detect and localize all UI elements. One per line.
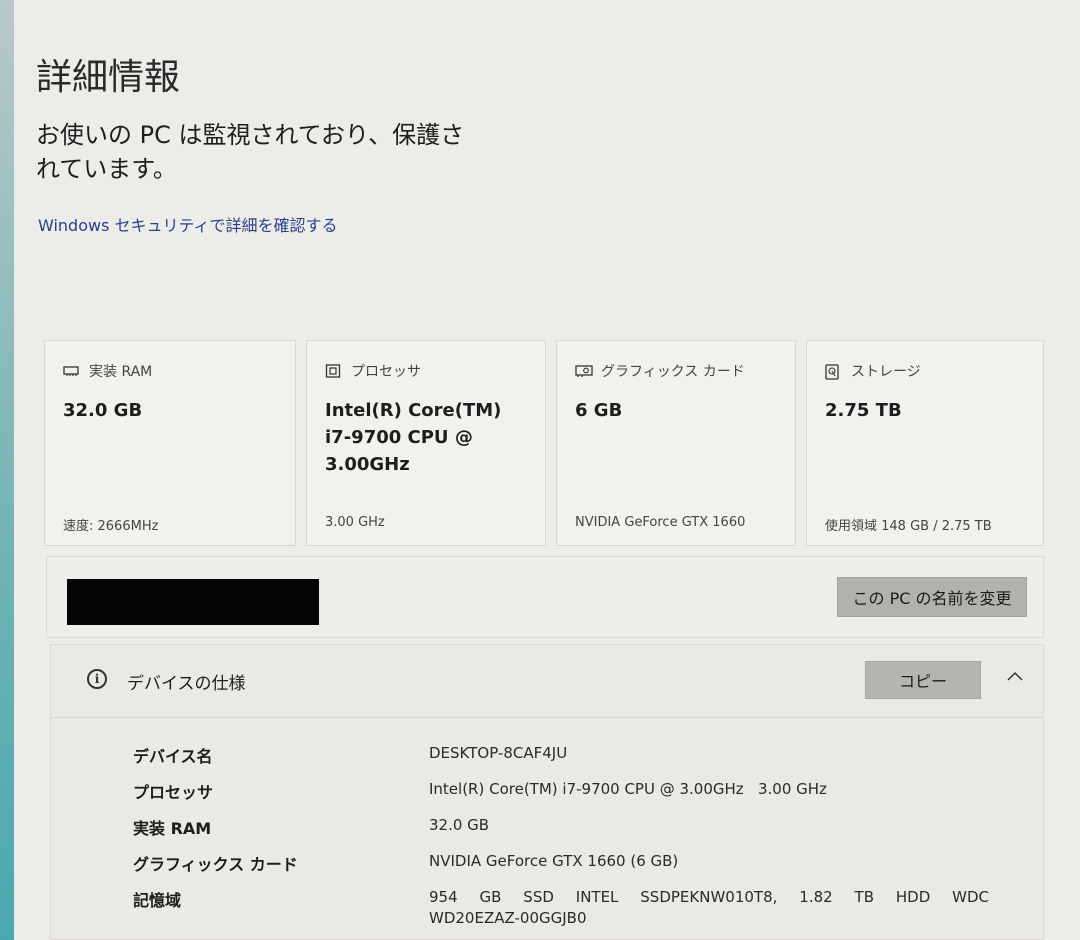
device-specifications-header[interactable]: i デバイスの仕様 コピー	[51, 645, 1043, 718]
info-icon: i	[87, 669, 107, 689]
spec-cards: 実装 RAM 32.0 GB 速度: 2666MHz プロセッサ Intel(R…	[44, 340, 1044, 548]
card-value: 6 GB	[575, 400, 623, 421]
card-sub: NVIDIA GeForce GTX 1660	[575, 515, 746, 530]
redacted-device-name	[67, 579, 319, 625]
spec-value: 32.0 GB	[429, 816, 490, 834]
spec-value: Intel(R) Core(TM) i7-9700 CPU @ 3.00GHz …	[429, 780, 827, 798]
spec-value: DESKTOP-8CAF4JU	[429, 744, 568, 762]
spec-label: デバイス名	[133, 747, 213, 766]
device-specifications-section: i デバイスの仕様 コピー デバイス名 DESKTOP-8CAF4JU プロセッ…	[50, 644, 1044, 940]
card-processor: プロセッサ Intel(R) Core(TM) i7-9700 CPU @ 3.…	[306, 340, 546, 546]
card-sub: 速度: 2666MHz	[63, 519, 159, 534]
page-title: 詳細情報	[36, 57, 181, 98]
graphics-card-icon	[575, 364, 593, 378]
spec-row-graphics: グラフィックス カード NVIDIA GeForce GTX 1660 (6 G…	[133, 851, 1013, 887]
card-sub: 使用領域 148 GB / 2.75 TB	[825, 519, 992, 534]
spec-row-ram: 実装 RAM 32.0 GB	[133, 815, 1013, 851]
card-label: 実装 RAM	[89, 364, 153, 380]
card-header: プロセッサ	[325, 361, 421, 381]
spec-list: デバイス名 DESKTOP-8CAF4JU プロセッサ Intel(R) Cor…	[133, 743, 1013, 929]
card-value: 32.0 GB	[63, 400, 143, 421]
card-sub: 3.00 GHz	[325, 515, 385, 530]
spec-label: グラフィックス カード	[133, 855, 298, 874]
card-header: 実装 RAM	[63, 361, 152, 381]
device-name-bar: この PC の名前を変更	[46, 556, 1044, 638]
card-label: グラフィックス カード	[601, 364, 745, 380]
chevron-up-icon[interactable]	[1003, 665, 1027, 689]
storage-icon	[825, 364, 841, 380]
about-settings-window: 詳細情報 お使いの PC は監視されており、保護されています。 Windows …	[14, 0, 1080, 940]
card-value: Intel(R) Core(TM) i7-9700 CPU @ 3.00GHz	[325, 400, 502, 475]
spec-label: 実装 RAM	[133, 819, 212, 838]
spec-row-storage: 記憶域 954 GB SSD INTEL SSDPEKNW010T8, 1.82…	[133, 887, 1013, 929]
card-header: ストレージ	[825, 361, 921, 381]
spec-label: 記憶域	[133, 891, 182, 910]
card-graphics: グラフィックス カード 6 GB NVIDIA GeForce GTX 1660	[556, 340, 796, 546]
processor-icon	[325, 364, 341, 378]
copy-button[interactable]: コピー	[865, 661, 981, 699]
spec-label: プロセッサ	[133, 783, 214, 802]
rename-pc-button[interactable]: この PC の名前を変更	[837, 577, 1027, 617]
card-value: 2.75 TB	[825, 400, 902, 421]
card-header: グラフィックス カード	[575, 361, 745, 381]
protection-status-text: お使いの PC は監視されており、保護されています。	[36, 121, 465, 183]
card-label: プロセッサ	[351, 364, 421, 380]
windows-security-link[interactable]: Windows セキュリティで詳細を確認する	[38, 212, 338, 236]
spec-value: 954 GB SSD INTEL SSDPEKNW010T8, 1.82 TB …	[429, 888, 989, 927]
card-storage: ストレージ 2.75 TB 使用領域 148 GB / 2.75 TB	[806, 340, 1044, 546]
card-ram: 実装 RAM 32.0 GB 速度: 2666MHz	[44, 340, 296, 546]
desktop-background-edge	[0, 0, 14, 940]
spec-value: NVIDIA GeForce GTX 1660 (6 GB)	[429, 852, 679, 870]
spec-row-processor: プロセッサ Intel(R) Core(TM) i7-9700 CPU @ 3.…	[133, 779, 1013, 815]
memory-icon	[63, 364, 79, 378]
card-label: ストレージ	[851, 364, 921, 380]
section-title: デバイスの仕様	[127, 674, 246, 694]
spec-row-device-name: デバイス名 DESKTOP-8CAF4JU	[133, 743, 1013, 779]
